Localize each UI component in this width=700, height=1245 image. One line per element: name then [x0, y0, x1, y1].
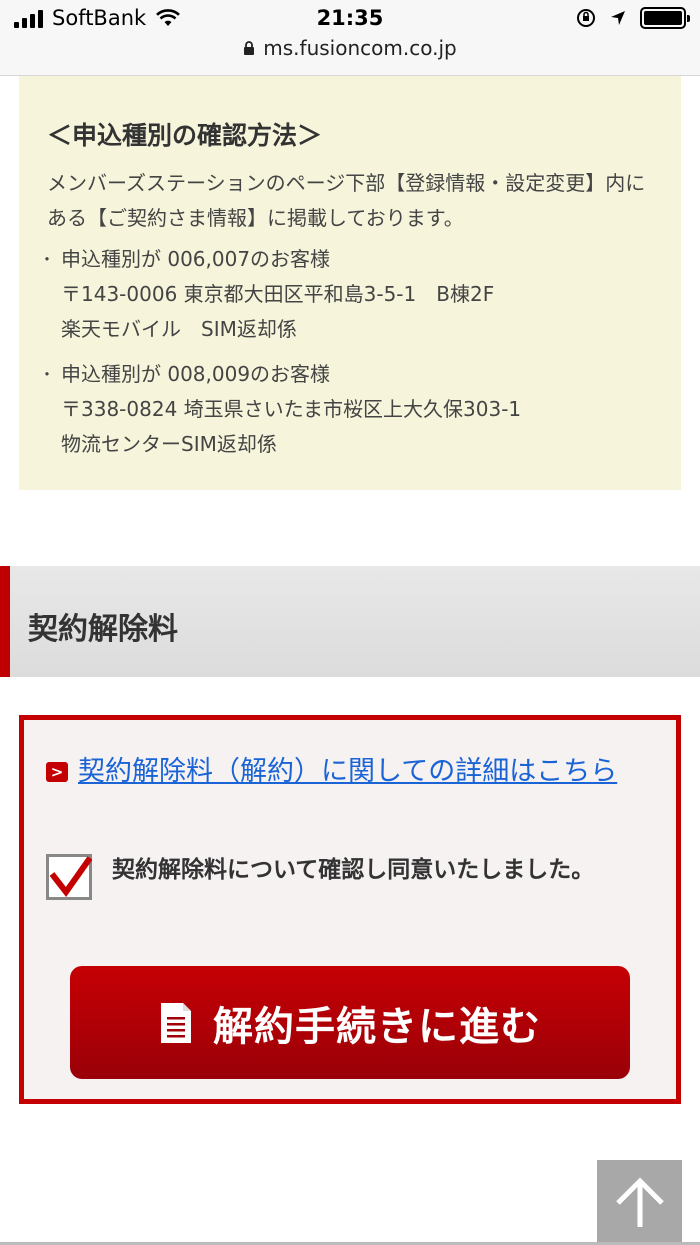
application-type-info-box: ＜申込種別の確認方法＞ メンバーズステーションのページ下部【登録情報・設定変更】… [19, 76, 681, 490]
proceed-cancellation-button[interactable]: 解約手続きに進む [70, 966, 630, 1079]
location-icon [611, 11, 625, 25]
address-heading: 申込種別が 006,007のお客様 [61, 247, 331, 271]
document-icon [161, 1002, 191, 1043]
agreement-label[interactable]: 契約解除料について確認し同意いたしました。 [112, 848, 632, 892]
agreement-row: 契約解除料について確認し同意いたしました。 [46, 848, 646, 938]
battery-icon [640, 7, 690, 29]
status-icons [576, 7, 690, 29]
checkmark-icon [49, 856, 92, 898]
address-bar[interactable]: ms.fusioncom.co.jp [0, 36, 700, 60]
battery-level [644, 11, 682, 25]
rotation-lock-icon [577, 9, 595, 27]
status-bar: SoftBank 21:35 ms.fusioncom.co.jp [0, 0, 700, 76]
address-recipient: 楽天モバイル SIM返却係 [61, 317, 297, 341]
section-title: 契約解除料 [28, 612, 178, 647]
section-header: 契約解除料 [0, 566, 700, 677]
cancellation-fee-details-link[interactable]: 契約解除料（解約）に関しての詳細はこちら [78, 756, 617, 787]
back-to-top-button[interactable] [597, 1160, 682, 1245]
cancellation-box: > 契約解除料（解約）に関しての詳細はこちら 契約解除料について確認し同意いたしま… [19, 715, 681, 1104]
address-line: 〒143-0006 東京都大田区平和島3-5-1 B棟2F [61, 282, 495, 306]
address-recipient: 物流センターSIM返却係 [61, 432, 277, 456]
address-line: 〒338-0824 埼玉県さいたま市桜区上大久保303-1 [61, 397, 522, 421]
url-text: ms.fusioncom.co.jp [263, 36, 457, 60]
list-item: 申込種別が 006,007のお客様 〒143-0006 東京都大田区平和島3-5… [39, 242, 653, 347]
info-description: メンバーズステーションのページ下部【登録情報・設定変更】内にある【ご契約さま情報… [47, 171, 646, 230]
info-title: ＜申込種別の確認方法＞ [47, 121, 323, 150]
details-link-row: > 契約解除料（解約）に関しての詳細はこちら [46, 748, 641, 796]
list-item: 申込種別が 008,009のお客様 〒338-0824 埼玉県さいたま市桜区上大… [39, 357, 653, 462]
address-heading: 申込種別が 008,009のお客様 [61, 362, 331, 386]
agreement-checkbox[interactable] [46, 854, 92, 900]
chevron-right-icon: > [46, 762, 68, 782]
proceed-button-label: 解約手続きに進む [213, 1003, 541, 1050]
lock-icon [244, 40, 255, 55]
arrow-up-icon [615, 1176, 664, 1227]
